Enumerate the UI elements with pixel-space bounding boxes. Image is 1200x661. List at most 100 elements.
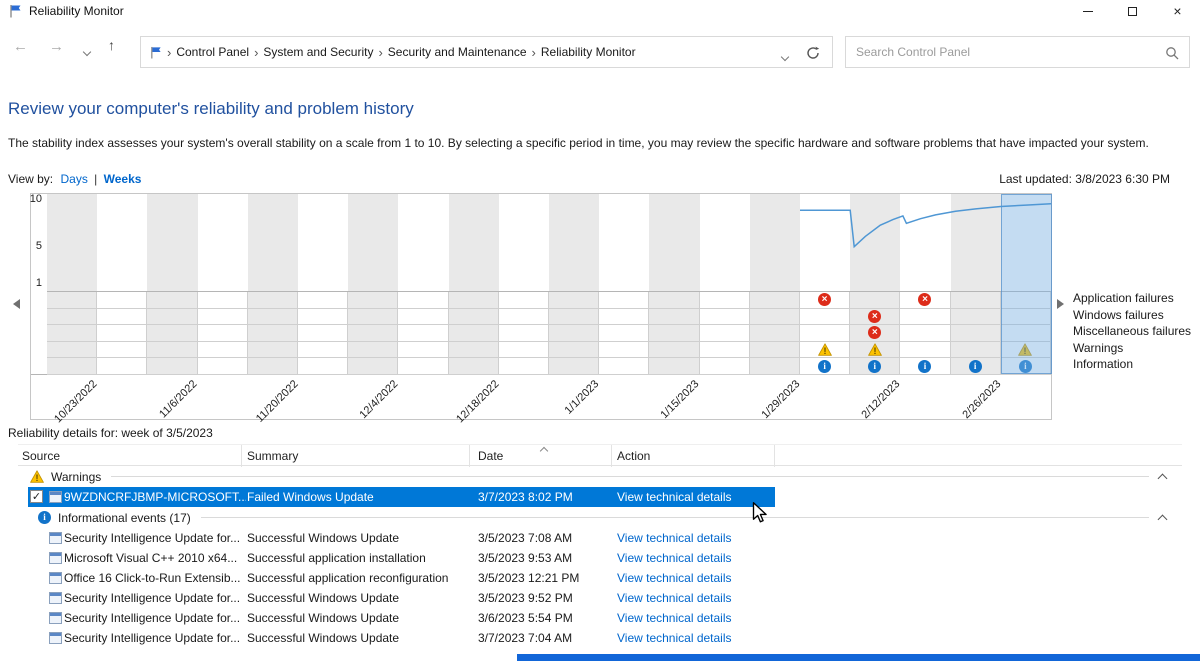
- event-cell[interactable]: [449, 325, 499, 342]
- event-cell[interactable]: [951, 309, 1001, 326]
- event-cell[interactable]: [549, 292, 599, 309]
- breadcrumb-system-and-security[interactable]: System and Security: [263, 45, 373, 59]
- event-cell[interactable]: [951, 342, 1001, 359]
- event-cell[interactable]: [298, 342, 348, 359]
- event-cell[interactable]: [900, 342, 950, 359]
- event-cell[interactable]: [800, 309, 850, 326]
- event-cell[interactable]: [499, 325, 549, 342]
- event-cell[interactable]: [700, 342, 750, 359]
- event-cell[interactable]: [198, 309, 248, 326]
- group-row-warnings[interactable]: !Warnings: [18, 466, 1182, 487]
- up-button[interactable]: ↑: [108, 37, 115, 53]
- event-cell[interactable]: [800, 325, 850, 342]
- breadcrumb-separator-icon[interactable]: ›: [532, 45, 536, 60]
- breadcrumb-separator-icon[interactable]: ›: [167, 45, 171, 60]
- event-cell[interactable]: [599, 358, 649, 375]
- event-cell[interactable]: [700, 358, 750, 375]
- event-cell[interactable]: [97, 325, 147, 342]
- event-cell[interactable]: [47, 309, 97, 326]
- event-cell[interactable]: ×: [850, 325, 900, 342]
- view-weeks-link[interactable]: Weeks: [104, 172, 142, 186]
- back-button[interactable]: ←: [13, 38, 28, 55]
- event-cell[interactable]: !: [800, 342, 850, 359]
- event-cell[interactable]: [248, 342, 298, 359]
- collapse-chevron-icon[interactable]: [1158, 514, 1168, 524]
- event-cell[interactable]: i: [800, 358, 850, 375]
- event-cell[interactable]: ×: [900, 292, 950, 309]
- event-cell[interactable]: [499, 292, 549, 309]
- event-cell[interactable]: [47, 342, 97, 359]
- event-row[interactable]: Security Intelligence Update for...Succe…: [18, 528, 1182, 548]
- event-cell[interactable]: [750, 358, 800, 375]
- event-cell[interactable]: [298, 292, 348, 309]
- refresh-button[interactable]: [806, 46, 820, 60]
- close-button[interactable]: ×: [1155, 0, 1200, 22]
- event-cell[interactable]: [499, 358, 549, 375]
- event-cell[interactable]: [951, 325, 1001, 342]
- event-cell[interactable]: [499, 309, 549, 326]
- event-cell[interactable]: [449, 309, 499, 326]
- event-cell[interactable]: [549, 309, 599, 326]
- event-cell[interactable]: [348, 292, 398, 309]
- event-cell[interactable]: [599, 342, 649, 359]
- event-cell[interactable]: [248, 292, 298, 309]
- event-cell[interactable]: [147, 342, 197, 359]
- event-cell[interactable]: [348, 309, 398, 326]
- recent-locations-chevron-icon[interactable]: [84, 44, 90, 58]
- maximize-button[interactable]: [1110, 0, 1155, 22]
- event-cell[interactable]: [549, 342, 599, 359]
- column-header-date[interactable]: Date: [470, 445, 612, 467]
- event-cell[interactable]: [549, 358, 599, 375]
- event-cell[interactable]: [449, 292, 499, 309]
- event-cell[interactable]: [700, 292, 750, 309]
- event-cell[interactable]: [649, 358, 699, 375]
- search-box[interactable]: [845, 36, 1190, 68]
- event-cell[interactable]: [298, 358, 348, 375]
- event-row[interactable]: ✓9WZDNCRFJBMP-MICROSOFT....Failed Window…: [18, 487, 1182, 507]
- event-cell[interactable]: [750, 325, 800, 342]
- event-cell[interactable]: [47, 325, 97, 342]
- event-cell[interactable]: [147, 292, 197, 309]
- address-bar[interactable]: › Control Panel › System and Security › …: [140, 36, 833, 68]
- view-technical-details-link[interactable]: View technical details: [617, 588, 732, 608]
- event-cell[interactable]: [398, 309, 448, 326]
- event-cell[interactable]: [97, 309, 147, 326]
- event-cell[interactable]: [750, 309, 800, 326]
- event-cell[interactable]: [398, 342, 448, 359]
- view-technical-details-link[interactable]: View technical details: [617, 548, 732, 568]
- minimize-button[interactable]: [1065, 0, 1110, 22]
- column-header-source[interactable]: Source: [18, 445, 242, 467]
- event-cell[interactable]: [398, 358, 448, 375]
- event-cell[interactable]: [398, 325, 448, 342]
- event-cell[interactable]: [198, 358, 248, 375]
- event-cell[interactable]: [599, 292, 649, 309]
- view-technical-details-link[interactable]: View technical details: [617, 568, 732, 588]
- view-technical-details-link[interactable]: View technical details: [617, 628, 732, 648]
- event-cell[interactable]: [649, 309, 699, 326]
- event-cell[interactable]: [549, 325, 599, 342]
- event-cell[interactable]: [599, 325, 649, 342]
- event-cell[interactable]: i: [900, 358, 950, 375]
- event-cell[interactable]: [248, 325, 298, 342]
- event-cell[interactable]: [248, 358, 298, 375]
- event-cell[interactable]: ×: [800, 292, 850, 309]
- breadcrumb-control-panel[interactable]: Control Panel: [176, 45, 249, 59]
- collapse-chevron-icon[interactable]: [1158, 473, 1168, 483]
- column-header-action[interactable]: Action: [612, 445, 775, 467]
- event-row[interactable]: Security Intelligence Update for...Succe…: [18, 588, 1182, 608]
- event-cell[interactable]: [348, 325, 398, 342]
- forward-button[interactable]: →: [49, 38, 64, 55]
- event-cell[interactable]: [198, 325, 248, 342]
- chart-scroll-left-button[interactable]: [13, 299, 20, 309]
- event-cell[interactable]: [97, 358, 147, 375]
- event-cell[interactable]: [900, 309, 950, 326]
- view-technical-details-link[interactable]: View technical details: [617, 608, 732, 628]
- event-row[interactable]: Security Intelligence Update for...Succe…: [18, 608, 1182, 628]
- event-cell[interactable]: [850, 292, 900, 309]
- view-technical-details-link[interactable]: View technical details: [617, 487, 732, 507]
- event-row[interactable]: Security Intelligence Update for...Succe…: [18, 628, 1182, 648]
- group-row-informational-events[interactable]: iInformational events (17): [18, 507, 1182, 528]
- breadcrumb-separator-icon[interactable]: ›: [378, 45, 382, 60]
- event-cell[interactable]: [649, 292, 699, 309]
- event-row[interactable]: Office 16 Click-to-Run Extensib...Succes…: [18, 568, 1182, 588]
